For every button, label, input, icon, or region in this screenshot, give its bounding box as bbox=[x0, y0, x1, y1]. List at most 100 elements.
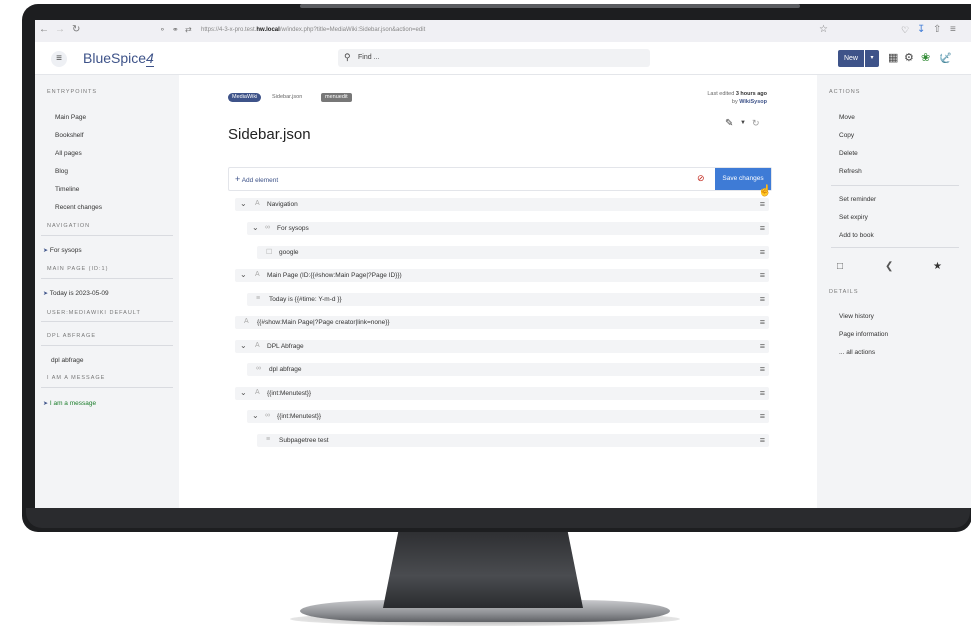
wrench-icon[interactable]: ⚓ bbox=[937, 49, 955, 67]
nav-all-pages[interactable]: All pages bbox=[55, 150, 82, 157]
chevron-down-icon[interactable]: ▼ bbox=[740, 120, 746, 126]
tree-row[interactable]: A {{#show:Main Page|?Page creator|link=n… bbox=[235, 316, 769, 329]
back-icon[interactable]: ← bbox=[39, 25, 49, 35]
add-element-button[interactable]: + Add element bbox=[235, 174, 278, 184]
tag-badge: menuedit bbox=[321, 93, 352, 102]
expand-arrow-icon: ➤ bbox=[43, 291, 49, 297]
lock-icon[interactable]: ⚭ bbox=[172, 25, 179, 35]
new-button[interactable]: New bbox=[838, 50, 864, 67]
tree-row[interactable]: ≡ Subpagetree test ≡ bbox=[257, 434, 769, 447]
star-icon[interactable]: ★ bbox=[933, 261, 942, 272]
permissions-icon[interactable]: ⇄ bbox=[185, 25, 192, 35]
divider bbox=[41, 235, 173, 236]
drag-handle-icon[interactable]: ≡ bbox=[760, 223, 765, 233]
drag-handle-icon[interactable]: ≡ bbox=[760, 317, 765, 327]
cancel-icon[interactable]: ⊘ bbox=[697, 173, 705, 183]
nav-recent-changes[interactable]: Recent changes bbox=[55, 204, 102, 211]
by-prefix: by bbox=[731, 99, 738, 105]
detail-view-history[interactable]: View history bbox=[839, 313, 874, 320]
tree-row[interactable]: ☐ google ≡ bbox=[257, 246, 769, 259]
nav-i-am-a-message[interactable]: ➤ I am a message bbox=[43, 400, 96, 407]
gear-icon[interactable]: ⚙ bbox=[904, 52, 914, 64]
tree-row[interactable]: ⌄ ∞ For sysops ≡ bbox=[247, 222, 769, 235]
search-placeholder: Find ... bbox=[358, 54, 380, 61]
drag-handle-icon[interactable]: ≡ bbox=[760, 294, 765, 304]
nav-today-label: Today is 2023-05-09 bbox=[49, 290, 109, 297]
nav-blog[interactable]: Blog bbox=[55, 168, 68, 175]
divider bbox=[41, 278, 173, 279]
chevron-down-icon[interactable]: ⌄ bbox=[240, 388, 247, 397]
entrypoints-heading: ENTRYPOINTS bbox=[47, 89, 98, 95]
nav-timeline[interactable]: Timeline bbox=[55, 186, 79, 193]
url-prefix: https://4-3-x-pro.test. bbox=[201, 27, 257, 33]
action-delete[interactable]: Delete bbox=[839, 150, 858, 157]
drag-handle-icon[interactable]: ≡ bbox=[760, 270, 765, 280]
forward-icon[interactable]: → bbox=[55, 25, 65, 35]
tree-row[interactable]: ⌄ A Navigation ≡ bbox=[235, 198, 769, 211]
chevron-down-icon[interactable]: ⌄ bbox=[240, 270, 247, 279]
chevron-down-icon[interactable]: ⌄ bbox=[240, 341, 247, 350]
drag-handle-icon[interactable]: ≡ bbox=[760, 247, 765, 257]
share-icon[interactable]: ⇧ bbox=[933, 25, 941, 35]
bookmark-star-icon[interactable]: ☆ bbox=[819, 25, 828, 35]
text-icon: A bbox=[255, 271, 260, 278]
tree-row[interactable]: ≡ Today is {{#time: Y-m-d }} ≡ bbox=[247, 293, 769, 306]
last-editor-link[interactable]: WikiSysop bbox=[739, 99, 767, 105]
search-icon: ⚲ bbox=[344, 52, 351, 62]
drag-handle-icon[interactable]: ≡ bbox=[760, 388, 765, 398]
reload-icon[interactable]: ↻ bbox=[72, 25, 80, 35]
action-refresh[interactable]: Refresh bbox=[839, 168, 862, 175]
url-host: hw.local bbox=[256, 27, 280, 33]
pencil-icon[interactable]: ✎ bbox=[725, 118, 733, 129]
browser-toolbar: ← → ↻ ⚬ ⚭ ⇄ https://4-3-x-pro.test.hw.lo… bbox=[35, 20, 971, 43]
pocket-icon[interactable]: ♡ bbox=[901, 25, 909, 35]
nav-main-page[interactable]: Main Page bbox=[55, 114, 86, 121]
hamburger-menu-icon[interactable]: ≡ bbox=[51, 51, 67, 67]
logo[interactable]: BlueSpice4 bbox=[83, 50, 154, 67]
apps-grid-icon[interactable]: ▦ bbox=[888, 52, 898, 64]
chevron-down-icon[interactable]: ⌄ bbox=[240, 199, 247, 208]
action-add-to-book[interactable]: Add to book bbox=[839, 232, 874, 239]
action-move[interactable]: Move bbox=[839, 114, 855, 121]
search-input[interactable]: ⚲ Find ... bbox=[338, 49, 650, 67]
download-icon[interactable]: ↧ bbox=[917, 25, 925, 35]
action-copy[interactable]: Copy bbox=[839, 132, 854, 139]
text-icon: A bbox=[255, 389, 260, 396]
tree-row[interactable]: ⌄ A Main Page (ID:{{#show:Main Page|?Pag… bbox=[235, 269, 769, 282]
drag-handle-icon[interactable]: ≡ bbox=[760, 411, 765, 421]
last-edited-time[interactable]: 3 hours ago bbox=[736, 91, 767, 97]
action-set-reminder[interactable]: Set reminder bbox=[839, 196, 876, 203]
nav-today[interactable]: ➤ Today is 2023-05-09 bbox=[43, 290, 109, 297]
detail-page-information[interactable]: Page information bbox=[839, 331, 888, 338]
detail-all-actions[interactable]: ... all actions bbox=[839, 349, 875, 356]
tree-row[interactable]: ⌄ A DPL Abfrage ≡ bbox=[235, 340, 769, 353]
drag-handle-icon[interactable]: ≡ bbox=[760, 199, 765, 209]
tree-row[interactable]: ∞ dpl abfrage ≡ bbox=[247, 363, 769, 376]
tree-row-label: Navigation bbox=[267, 201, 298, 208]
list-icon: ≡ bbox=[256, 295, 261, 302]
nav-bookshelf[interactable]: Bookshelf bbox=[55, 132, 84, 139]
nav-for-sysops[interactable]: ➤ For sysops bbox=[43, 247, 82, 254]
breadcrumb[interactable]: Sidebar.json bbox=[272, 94, 302, 100]
chevron-down-icon[interactable]: ⌄ bbox=[252, 411, 259, 420]
address-bar[interactable]: https://4-3-x-pro.test.hw.local/w/index.… bbox=[201, 27, 425, 33]
tracking-shield-icon[interactable]: ⚬ bbox=[159, 25, 166, 35]
tree-row[interactable]: ⌄ ∞ {{int:Menutest}} ≡ bbox=[247, 410, 769, 423]
logo-mark: 4 bbox=[146, 50, 154, 67]
page-icon[interactable]: □ bbox=[837, 261, 843, 272]
drag-handle-icon[interactable]: ≡ bbox=[760, 364, 765, 374]
link-icon: ∞ bbox=[265, 412, 270, 419]
tree-row[interactable]: ⌄ A {{int:Menutest}} ≡ bbox=[235, 387, 769, 400]
drag-handle-icon[interactable]: ≡ bbox=[760, 341, 765, 351]
right-sidebar: ACTIONS Move Copy Delete Refresh Set rem… bbox=[817, 75, 971, 508]
browser-menu-icon[interactable]: ≡ bbox=[950, 25, 956, 35]
action-set-expiry[interactable]: Set expiry bbox=[839, 214, 868, 221]
namespace-badge[interactable]: MediaWiki bbox=[228, 93, 262, 102]
share-icon[interactable]: ❮ bbox=[885, 261, 893, 272]
chevron-down-icon[interactable]: ⌄ bbox=[252, 223, 259, 232]
user-avatar-icon[interactable]: ❀ bbox=[921, 52, 930, 64]
new-dropdown-button[interactable]: ▾ bbox=[865, 50, 879, 67]
nav-dpl-abfrage[interactable]: dpl abfrage bbox=[51, 357, 84, 364]
drag-handle-icon[interactable]: ≡ bbox=[760, 435, 765, 445]
purge-icon[interactable]: ↻ bbox=[752, 118, 760, 129]
